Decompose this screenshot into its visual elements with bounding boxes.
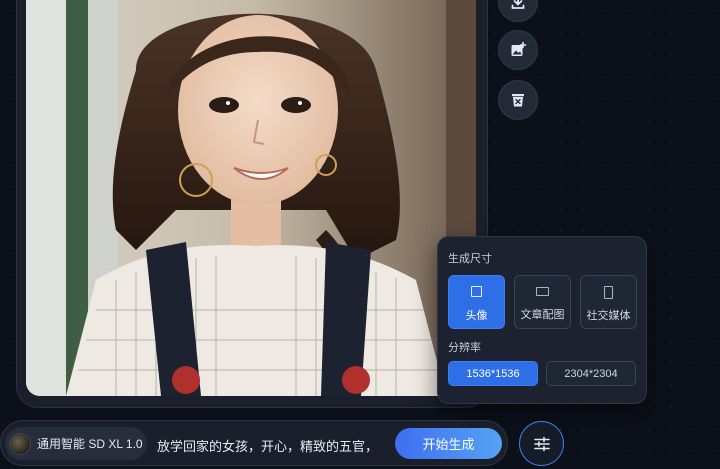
size-option-article[interactable]: 文章配图 — [514, 275, 571, 329]
settings-toggle-button[interactable] — [519, 421, 564, 466]
add-image-button[interactable] — [498, 30, 538, 70]
resolution-section-label: 分辨率 — [448, 342, 481, 354]
sliders-icon — [533, 436, 550, 451]
size-option-avatar[interactable]: 头像 — [448, 275, 505, 329]
generated-image[interactable] — [26, 0, 476, 396]
landscape-shape-icon — [536, 287, 549, 296]
trash-icon — [512, 94, 524, 107]
download-icon — [511, 0, 525, 9]
size-section-label: 生成尺寸 — [448, 253, 492, 265]
model-selector[interactable]: 通用智能 SD XL 1.0 — [5, 427, 147, 460]
size-option-social[interactable]: 社交媒体 — [580, 275, 637, 329]
square-shape-icon — [471, 286, 482, 297]
download-button[interactable] — [498, 0, 538, 22]
model-name: 通用智能 SD XL 1.0 — [37, 437, 143, 451]
size-option-label: 社交媒体 — [586, 310, 631, 322]
portrait-shape-icon — [604, 286, 613, 299]
size-option-label: 文章配图 — [520, 309, 565, 321]
model-avatar — [9, 432, 31, 455]
prompt-bar: 通用智能 SD XL 1.0 放学回家的女孩，开心，精致的五官， 开始生成 — [0, 420, 508, 466]
prompt-input[interactable]: 放学回家的女孩，开心，精致的五官， — [157, 436, 378, 455]
generation-settings-panel: 生成尺寸 头像 文章配图 社交媒体 分辨率 1536*1536 2304*230… — [437, 236, 647, 404]
resolution-option-1536[interactable]: 1536*1536 — [448, 361, 538, 386]
image-plus-icon — [511, 41, 527, 56]
generate-button[interactable]: 开始生成 — [395, 428, 502, 459]
size-option-label: 头像 — [465, 310, 488, 322]
resolution-option-2304[interactable]: 2304*2304 — [546, 361, 636, 386]
delete-button[interactable] — [498, 80, 538, 120]
